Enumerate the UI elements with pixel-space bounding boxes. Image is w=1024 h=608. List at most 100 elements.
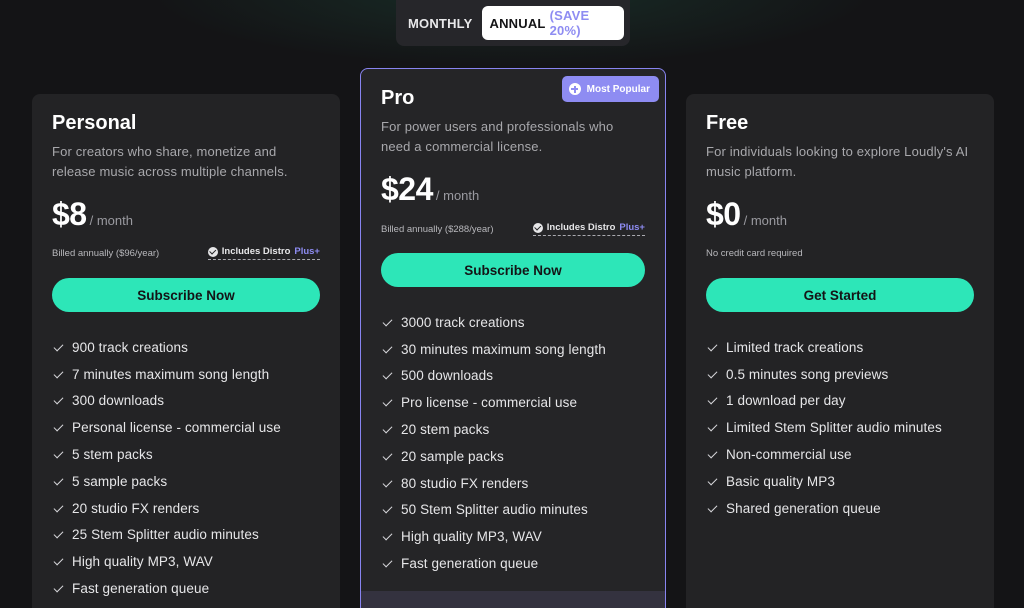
check-icon (381, 343, 393, 355)
check-icon (52, 556, 64, 568)
feature-text: Non-commercial use (726, 447, 852, 463)
list-item: 1 download per day (706, 388, 984, 415)
list-item: 80 studio FX renders (381, 470, 655, 497)
subscribe-button[interactable]: Subscribe Now (52, 278, 320, 312)
feature-list: Limited track creations 0.5 minutes song… (706, 334, 984, 522)
feature-list: 900 track creations 7 minutes maximum so… (52, 334, 330, 602)
billing-note: Billed annually ($288/year) (381, 223, 494, 235)
billing-note: No credit card required (706, 248, 803, 259)
check-icon (52, 502, 64, 514)
check-icon (381, 504, 393, 516)
check-icon (706, 475, 718, 487)
plus-label: Plus+ (294, 246, 320, 257)
feature-text: Limited Stem Splitter audio minutes (726, 420, 942, 436)
feature-text: 7 minutes maximum song length (72, 366, 270, 382)
plan-card-free: Free For individuals looking to explore … (686, 94, 994, 608)
check-icon (706, 422, 718, 434)
check-icon (52, 422, 64, 434)
feature-text: High quality MP3, WAV (72, 554, 213, 570)
check-icon (52, 341, 64, 353)
feature-text: Pro license - commercial use (401, 395, 578, 411)
list-item: Fast generation queue (381, 550, 655, 577)
check-icon (381, 558, 393, 570)
subscribe-button[interactable]: Subscribe Now (381, 253, 645, 287)
plan-price: $0 (706, 196, 741, 232)
list-item: 5 stem packs (52, 441, 330, 468)
feature-text: 5 stem packs (72, 447, 153, 463)
check-circle-icon (207, 246, 218, 257)
plan-period: / month (743, 213, 787, 228)
plan-title: Personal (52, 112, 137, 134)
list-item: Non-commercial use (706, 441, 984, 468)
plan-card-personal: Personal For creators who share, monetiz… (32, 94, 340, 608)
check-icon (381, 450, 393, 462)
feature-text: Shared generation queue (726, 500, 881, 516)
feature-text: Limited track creations (726, 339, 864, 355)
feature-text: Fast generation queue (72, 581, 210, 597)
feature-text: High quality MP3, WAV (401, 529, 542, 545)
list-item: Fast generation queue (52, 575, 330, 602)
feature-list: 3000 track creations 30 minutes maximum … (381, 309, 655, 577)
feature-text: 80 studio FX renders (401, 475, 529, 491)
includes-label: Includes Distro (221, 246, 291, 257)
check-icon (381, 316, 393, 328)
plan-description: For individuals looking to explore Loudl… (706, 144, 969, 179)
plan-period: / month (89, 213, 133, 228)
price-row: $24 / month (381, 171, 645, 208)
includes-distroplus-link[interactable]: Includes Distro Plus+ (207, 246, 320, 260)
feature-text: 3000 track creations (401, 314, 525, 330)
list-item: Pro license - commercial use (381, 389, 655, 416)
list-item: 300 downloads (52, 388, 330, 415)
check-icon (52, 368, 64, 380)
feature-text: 20 stem packs (401, 422, 490, 438)
plus-label: Plus+ (619, 222, 645, 233)
list-item: 20 studio FX renders (52, 495, 330, 522)
list-item: 25 Stem Splitter audio minutes (52, 522, 330, 549)
check-icon (381, 397, 393, 409)
list-item: High quality MP3, WAV (381, 523, 655, 550)
feature-text: 900 track creations (72, 339, 188, 355)
list-item: 20 sample packs (381, 443, 655, 470)
list-item: 20 stem packs (381, 416, 655, 443)
check-icon (52, 475, 64, 487)
check-icon (706, 368, 718, 380)
list-item: Personal license - commercial use (52, 414, 330, 441)
list-item: Limited track creations (706, 334, 984, 361)
check-icon (52, 395, 64, 407)
check-icon (381, 370, 393, 382)
list-item: 900 track creations (52, 334, 330, 361)
feature-text: 0.5 minutes song previews (726, 366, 889, 382)
plan-card-pro: Most Popular Pro For power users and pro… (360, 68, 666, 608)
check-icon (706, 502, 718, 514)
check-icon (381, 477, 393, 489)
card-footer (361, 591, 665, 608)
check-icon (381, 424, 393, 436)
includes-distroplus-link[interactable]: Includes Distro Plus+ (532, 222, 645, 236)
get-started-button[interactable]: Get Started (706, 278, 974, 312)
list-item: High quality MP3, WAV (52, 548, 330, 575)
list-item: 3000 track creations (381, 309, 655, 336)
feature-text: 20 studio FX renders (72, 500, 200, 516)
list-item: Shared generation queue (706, 495, 984, 522)
feature-text: 20 sample packs (401, 448, 504, 464)
plan-title: Free (706, 112, 749, 134)
save-label: (SAVE 20%) (549, 8, 590, 38)
check-icon (706, 341, 718, 353)
feature-text: 30 minutes maximum song length (401, 341, 606, 357)
feature-text: 25 Stem Splitter audio minutes (72, 527, 259, 543)
check-icon (706, 395, 718, 407)
plan-price: $24 (381, 171, 433, 207)
annual-option[interactable]: ANNUAL (SAVE 20%) (482, 6, 624, 40)
feature-text: 300 downloads (72, 393, 165, 409)
billing-row: Billed annually ($288/year) Includes Dis… (381, 222, 645, 236)
feature-text: 50 Stem Splitter audio minutes (401, 502, 588, 518)
feature-text: 500 downloads (401, 368, 494, 384)
check-icon (52, 583, 64, 595)
check-circle-icon (532, 222, 543, 233)
plan-description: For creators who share, monetize and rel… (52, 144, 288, 179)
list-item: 500 downloads (381, 363, 655, 390)
feature-text: Fast generation queue (401, 556, 539, 572)
plan-title: Pro (381, 87, 415, 109)
plan-price: $8 (52, 196, 87, 232)
monthly-option[interactable]: MONTHLY (402, 6, 478, 40)
